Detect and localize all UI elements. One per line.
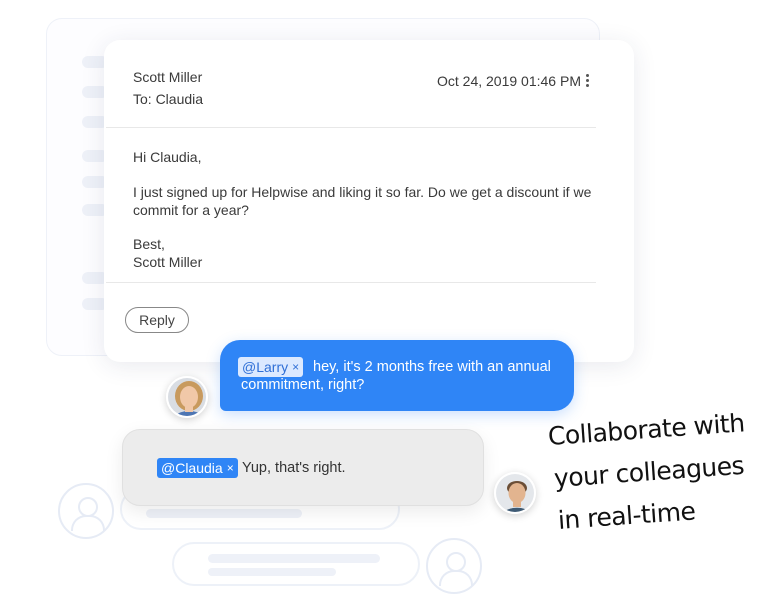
mention-chip-larry[interactable]: @Larry × — [238, 357, 304, 377]
email-body-line: commit for a year? — [133, 202, 249, 218]
remove-mention-icon[interactable]: × — [292, 360, 299, 374]
tagline-line: in real-time — [556, 496, 697, 535]
email-signature: Scott Miller — [133, 254, 203, 270]
chat-message-text: commitment, right? — [241, 377, 365, 393]
avatar-man — [494, 472, 536, 514]
email-body-line: I just signed up for Helpwise and liking… — [133, 184, 592, 200]
remove-mention-icon[interactable]: × — [227, 461, 234, 475]
tagline-line: Collaborate with — [546, 408, 746, 451]
email-signoff: Best, — [133, 236, 165, 252]
mention-chip-claudia[interactable]: @Claudia × — [157, 458, 238, 478]
email-recipient: To: Claudia — [133, 91, 204, 107]
reply-button[interactable]: Reply — [125, 307, 189, 333]
background-text-line — [146, 509, 302, 518]
chat-message-text: hey, it's 2 months free with an annual — [313, 359, 551, 375]
mention-name: @Larry — [242, 359, 289, 375]
background-chat-bubble — [172, 542, 420, 586]
mention-name: @Claudia — [161, 460, 223, 476]
user-outline-icon — [58, 483, 114, 539]
email-greeting: Hi Claudia, — [133, 149, 202, 165]
avatar-woman — [166, 376, 208, 418]
tagline-line: your colleagues — [552, 450, 745, 493]
email-date: Oct 24, 2019 01:46 PM — [437, 73, 581, 89]
email-header-divider — [106, 127, 596, 128]
background-text-line — [208, 568, 336, 576]
chat-message-text: Yup, that's right. — [242, 460, 346, 476]
user-outline-icon — [426, 538, 482, 594]
kebab-vertical-icon[interactable] — [586, 74, 590, 87]
background-text-line — [208, 554, 380, 563]
email-footer-divider — [106, 282, 596, 283]
email-sender: Scott Miller — [133, 69, 203, 85]
